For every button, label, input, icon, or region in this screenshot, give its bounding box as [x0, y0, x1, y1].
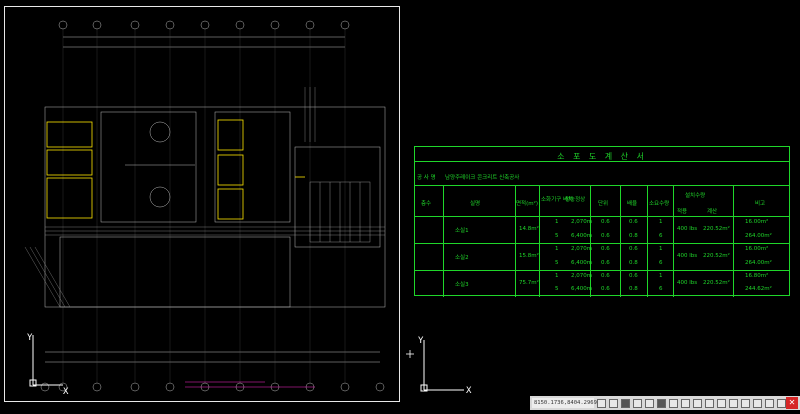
osnap-icon[interactable]: [657, 398, 666, 408]
annotation-scale-icon[interactable]: [717, 398, 726, 408]
row1-a4: 0.6: [629, 219, 638, 225]
workspace-icon[interactable]: [729, 398, 738, 408]
ucs-y-label: Y: [27, 333, 33, 343]
row3-a3: 0.6: [601, 273, 610, 279]
row3-b1: 5: [555, 286, 559, 292]
row3-b5: 6: [659, 286, 663, 292]
isolate-icon[interactable]: [741, 398, 750, 408]
header-install: 설치수량: [685, 193, 706, 199]
ucs-x-label: X: [63, 387, 69, 397]
row3-area: 75.7m²: [519, 280, 539, 286]
row3-b2: 6,400m: [571, 286, 593, 292]
ortho-icon[interactable]: [633, 398, 642, 408]
row2-b5: 6: [659, 260, 663, 266]
selection-cycling-icon[interactable]: [705, 398, 714, 408]
row1-note2: 264.00m²: [745, 233, 772, 239]
row2-name: 소실2: [455, 255, 469, 261]
row1-b5: 6: [659, 233, 663, 239]
header-area: 면적(m²): [516, 201, 538, 207]
row1-a2: 2,070m: [571, 219, 593, 225]
otrack-icon[interactable]: [669, 398, 678, 408]
left-model-viewport[interactable]: Y X: [4, 6, 400, 402]
row1-name: 소실1: [455, 228, 469, 234]
snap-icon[interactable]: [621, 398, 630, 408]
row1-calc: 220.52m²: [703, 226, 730, 232]
row1-b1: 5: [555, 233, 559, 239]
header-req: 소요수량: [649, 201, 670, 207]
row3-a5: 1: [659, 273, 663, 279]
row2-a5: 1: [659, 246, 663, 252]
row2-b1: 5: [555, 260, 559, 266]
row2-b4: 0.8: [629, 260, 638, 266]
row2-calc: 220.52m²: [703, 253, 730, 259]
polar-icon[interactable]: [645, 398, 654, 408]
row3-name: 소실3: [455, 282, 469, 288]
row1-area: 14.8m²: [519, 226, 539, 232]
transparency-icon[interactable]: [693, 398, 702, 408]
row1-a5: 1: [659, 219, 663, 225]
lineweight-icon[interactable]: [681, 398, 690, 408]
row2-a3: 0.6: [601, 246, 610, 252]
header-note: 비고: [755, 201, 766, 207]
row2-note1: 16.00m²: [745, 246, 769, 252]
row3-a1: 1: [555, 273, 559, 279]
row2-b2: 6,400m: [571, 260, 593, 266]
row2-a2: 2,070m: [571, 246, 593, 252]
row3-calc: 220.52m²: [703, 280, 730, 286]
origin-marker: [406, 350, 414, 358]
row3-note1: 16.80m²: [745, 273, 769, 279]
row2-b3: 0.6: [601, 260, 610, 266]
meta-label: 공 사 명: [417, 175, 436, 181]
ucs-y-label-right: Y: [418, 336, 424, 346]
header-sub-calc: 계산: [707, 209, 718, 215]
header-floor: 층수: [421, 201, 432, 207]
row1-a1: 1: [555, 219, 559, 225]
row1-b2: 6,400m: [571, 233, 593, 239]
header-multi: 배율: [627, 201, 638, 207]
header-unit: 단위: [598, 201, 609, 207]
row3-b4: 0.8: [629, 286, 638, 292]
header-room: 실명: [470, 201, 481, 207]
hardware-accel-icon[interactable]: [753, 398, 762, 408]
calculation-table: 소 포 도 계 산 서 공 사 명 남양주레이크 콘크리트 신축공사 층수 실명…: [414, 146, 790, 297]
row2-cap: 400 lbs: [677, 253, 698, 259]
row1-a3: 0.6: [601, 219, 610, 225]
ucs-icon-right: [420, 340, 464, 392]
grid-icon[interactable]: [609, 398, 618, 408]
row3-note2: 244.62m²: [745, 286, 772, 292]
row3-cap: 400 lbs: [677, 280, 698, 286]
row2-a1: 1: [555, 246, 559, 252]
clean-screen-icon[interactable]: [765, 398, 774, 408]
row1-cap: 400 lbs: [677, 226, 698, 232]
grid-bubbles-top: [58, 20, 350, 30]
row1-note1: 16.00m²: [745, 219, 769, 225]
row3-b3: 0.6: [601, 286, 610, 292]
header-sub-apply: 적용: [677, 209, 688, 215]
row2-a4: 0.6: [629, 246, 638, 252]
coordinate-readout: 8150.1736,8404.2969: [532, 398, 597, 408]
row2-area: 15.8m²: [519, 253, 539, 259]
meta-project-name: 남양주레이크 콘크리트 신축공사: [445, 175, 520, 181]
row3-a4: 0.6: [629, 273, 638, 279]
row1-b3: 0.6: [601, 233, 610, 239]
close-icon[interactable]: ✕: [786, 397, 798, 409]
header-spec: 성능정상: [565, 197, 586, 203]
customize-icon[interactable]: [777, 398, 786, 408]
row3-a2: 2,070m: [571, 273, 593, 279]
model-icon[interactable]: [597, 398, 606, 408]
right-model-viewport[interactable]: 소 포 도 계 산 서 공 사 명 남양주레이크 콘크리트 신축공사 층수 실명…: [402, 6, 796, 402]
row2-note2: 264.00m²: [745, 260, 772, 266]
status-bar: 8150.1736,8404.2969 ✕: [530, 396, 800, 410]
row1-b4: 0.8: [629, 233, 638, 239]
ucs-x-label-right: X: [466, 386, 472, 396]
